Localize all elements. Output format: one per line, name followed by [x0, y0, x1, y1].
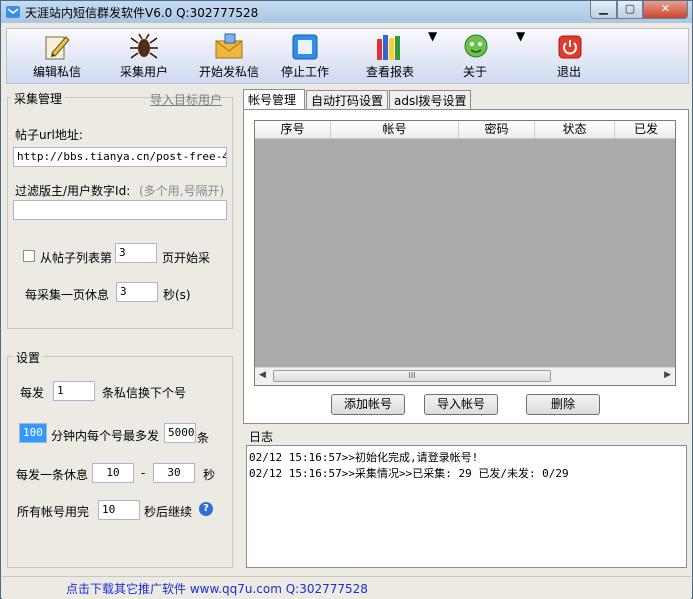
maximize-button[interactable]: ▢	[617, 1, 643, 19]
column-header-sent[interactable]: 已发	[615, 121, 675, 138]
per-send-suffix: 条私信换下个号	[102, 386, 187, 400]
close-button[interactable]: ✕	[643, 1, 688, 19]
from-list-checkbox[interactable]	[23, 250, 35, 262]
status-bar: 点击下载其它推广软件 www.qq7u.com Q:302777528	[2, 576, 691, 599]
send-rest-suffix: 秒	[203, 468, 216, 482]
column-header-status[interactable]: 状态	[535, 121, 615, 138]
log-box[interactable]: 02/12 15:16:57>>初始化完成,请登录帐号! 02/12 15:16…	[246, 445, 687, 568]
start-sending-button[interactable]: 开始发私信	[187, 29, 271, 83]
report-dropdown-arrow[interactable]: ▼	[428, 29, 437, 83]
about-button[interactable]: 关于	[453, 29, 497, 83]
column-header-index[interactable]: 序号	[255, 121, 331, 138]
bug-icon	[130, 33, 158, 59]
tab-adsl-settings[interactable]: adsl拨号设置	[389, 90, 471, 109]
app-window: 天涯站内短信群发软件V6.0 Q:302777528 ▁ ▢ ✕ 编辑私信 采集…	[0, 0, 693, 599]
window-title: 天涯站内短信群发软件V6.0 Q:302777528	[25, 6, 259, 20]
send-rest-from-input[interactable]: 10	[92, 463, 134, 483]
toolbar-label: 查看报表	[365, 65, 414, 79]
scroll-thumb[interactable]: III	[273, 370, 551, 382]
max-per-account-input[interactable]: 5000	[164, 423, 196, 443]
power-icon	[558, 35, 582, 59]
help-icon[interactable]: ?	[199, 502, 213, 516]
all-used-input[interactable]: 10	[98, 500, 140, 520]
filter-input[interactable]	[13, 200, 227, 220]
from-list-suffix: 页开始采	[162, 251, 211, 265]
minimize-button[interactable]: ▁	[590, 1, 617, 19]
stop-square-icon	[292, 34, 318, 60]
log-title: 日志	[249, 430, 274, 444]
settings-group-title: 设置	[13, 349, 44, 366]
column-header-account[interactable]: 帐号	[331, 121, 459, 138]
filter-hint: (多个用,号隔开)	[139, 184, 225, 198]
envelope-icon	[215, 33, 243, 59]
toolbar-label: 退出	[556, 65, 581, 79]
tab-captcha-settings[interactable]: 自动打码设置	[306, 90, 388, 109]
send-rest-to-input[interactable]: 30	[153, 463, 195, 483]
scroll-right-icon[interactable]: ▶	[664, 370, 671, 380]
account-tab-panel: 序号 帐号 密码 状态 已发 ◀ III ▶ 添加帐号 导入帐号 删除	[243, 109, 689, 424]
promo-link[interactable]: 点击下载其它推广软件 www.qq7u.com Q:302777528	[66, 580, 368, 597]
send-rest-dash: -	[141, 466, 146, 480]
toolbar-label: 停止工作	[280, 65, 329, 79]
column-header-password[interactable]: 密码	[459, 121, 535, 138]
stop-work-button[interactable]: 停止工作	[271, 29, 339, 83]
toolbar-label: 采集用户	[119, 65, 168, 79]
add-account-button[interactable]: 添加帐号	[331, 394, 405, 415]
tab-account-management[interactable]: 帐号管理	[243, 89, 305, 110]
toolbar-label: 关于	[462, 65, 487, 79]
import-target-users-link[interactable]: 导入目标用户	[150, 91, 222, 108]
toolbar-label: 编辑私信	[32, 65, 81, 79]
collect-users-button[interactable]: 采集用户	[105, 29, 183, 83]
exit-button[interactable]: 退出	[547, 29, 591, 83]
horizontal-scrollbar[interactable]: ◀ III ▶	[255, 367, 675, 385]
green-character-icon	[464, 34, 488, 58]
log-line: 02/12 15:16:57>>采集情况>>已采集: 29 已发/未发: 0/2…	[249, 467, 569, 480]
accounts-grid[interactable]: 序号 帐号 密码 状态 已发 ◀ III ▶	[254, 120, 676, 386]
minutes-input[interactable]: 100	[19, 423, 47, 443]
accounts-grid-header: 序号 帐号 密码 状态 已发	[255, 121, 675, 139]
toolbar-label: 开始发私信	[198, 65, 259, 79]
app-icon	[6, 6, 20, 18]
collect-rest-input[interactable]: 3	[116, 282, 158, 302]
from-list-page-input[interactable]: 3	[115, 243, 157, 263]
per-send-prefix: 每发	[20, 386, 45, 400]
log-line: 02/12 15:16:57>>初始化完成,请登录帐号!	[249, 451, 479, 464]
url-input[interactable]: http://bbs.tianya.cn/post-free-4900	[13, 147, 227, 167]
from-list-prefix: 从帖子列表第	[40, 251, 113, 265]
about-dropdown-arrow[interactable]: ▼	[516, 29, 525, 83]
pencil-note-icon	[45, 36, 70, 60]
view-report-button[interactable]: 查看报表	[357, 29, 423, 83]
import-account-button[interactable]: 导入帐号	[424, 394, 498, 415]
all-used-prefix: 所有帐号用完	[17, 505, 90, 519]
collect-rest-suffix: 秒(s)	[163, 288, 191, 302]
all-used-suffix: 秒后继续	[144, 505, 193, 519]
books-icon	[377, 35, 400, 60]
collect-rest-prefix: 每采集一页休息	[25, 288, 110, 302]
send-rest-prefix: 每发一条休息	[16, 468, 89, 482]
minutes-label: 分钟内每个号最多发	[51, 429, 160, 443]
collect-group-title: 采集管理	[11, 90, 66, 107]
scroll-left-icon[interactable]: ◀	[259, 370, 266, 380]
url-label: 帖子url地址:	[15, 128, 83, 142]
max-suffix: 条	[197, 431, 210, 445]
filter-label: 过滤版主/用户数字Id:	[15, 184, 131, 198]
delete-account-button[interactable]: 删除	[526, 394, 600, 415]
toolbar: 编辑私信 采集用户 开始发私信 停止工作 查看报表 ▼ 关于 ▼ 退出	[6, 28, 689, 84]
per-send-input[interactable]: 1	[53, 381, 95, 401]
title-bar: 天涯站内短信群发软件V6.0 Q:302777528 ▁ ▢ ✕	[1, 1, 692, 23]
edit-message-button[interactable]: 编辑私信	[9, 29, 105, 83]
